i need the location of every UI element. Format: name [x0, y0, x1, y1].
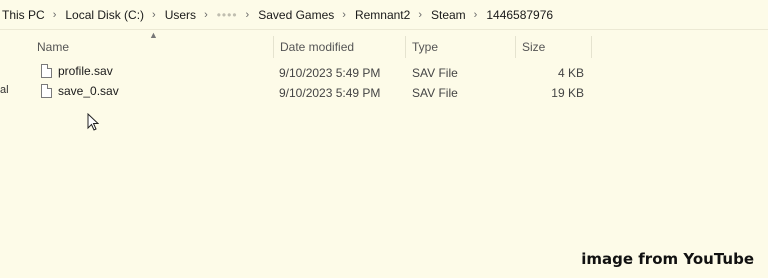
file-date: 9/10/2023 5:49 PM [279, 86, 381, 100]
file-size: 4 KB [557, 66, 584, 80]
file-name-cell: profile.sav [41, 64, 113, 78]
breadcrumb-steam[interactable]: Steam [428, 8, 469, 22]
file-size: 19 KB [551, 86, 584, 100]
file-icon [41, 64, 52, 78]
chevron-right-icon[interactable]: › [337, 9, 352, 21]
file-name-cell: save_0.sav [41, 84, 119, 98]
column-header-date-modified[interactable]: Date modified [274, 36, 406, 58]
navigation-pane: al [0, 30, 28, 278]
file-row[interactable]: save_0.sav 9/10/2023 5:49 PM SAV File 19… [31, 82, 593, 102]
nav-pane-item-fragment[interactable]: al [0, 84, 9, 96]
file-name: save_0.sav [58, 84, 119, 98]
chevron-right-icon[interactable]: › [241, 9, 256, 21]
breadcrumb-local-disk[interactable]: Local Disk (C:) [62, 8, 147, 22]
file-icon [41, 84, 52, 98]
column-header-name[interactable]: Name [31, 36, 274, 58]
watermark-text: image from YouTube [581, 250, 754, 268]
chevron-right-icon[interactable]: › [469, 9, 484, 21]
file-name: profile.sav [58, 64, 113, 78]
breadcrumb-remnant2[interactable]: Remnant2 [352, 8, 413, 22]
column-header-size[interactable]: Size [516, 36, 592, 58]
column-header-type[interactable]: Type [406, 36, 516, 58]
breadcrumb-saved-games[interactable]: Saved Games [255, 8, 337, 22]
file-row[interactable]: profile.sav 9/10/2023 5:49 PM SAV File 4… [31, 62, 593, 82]
chevron-right-icon[interactable]: › [199, 9, 214, 21]
breadcrumb-users[interactable]: Users [162, 8, 199, 22]
address-breadcrumb: This PC › Local Disk (C:) › Users › ••••… [0, 0, 768, 30]
breadcrumb-folder-id[interactable]: 1446587976 [483, 8, 556, 22]
chevron-right-icon[interactable]: › [413, 9, 428, 21]
breadcrumb-username-redacted[interactable]: •••• [214, 8, 241, 22]
breadcrumb-this-pc[interactable]: This PC [0, 8, 48, 22]
file-date: 9/10/2023 5:49 PM [279, 66, 381, 80]
mouse-pointer-icon [87, 113, 99, 131]
chevron-right-icon[interactable]: › [147, 9, 162, 21]
file-type: SAV File [412, 66, 458, 80]
file-type: SAV File [412, 86, 458, 100]
chevron-right-icon[interactable]: › [48, 9, 63, 21]
